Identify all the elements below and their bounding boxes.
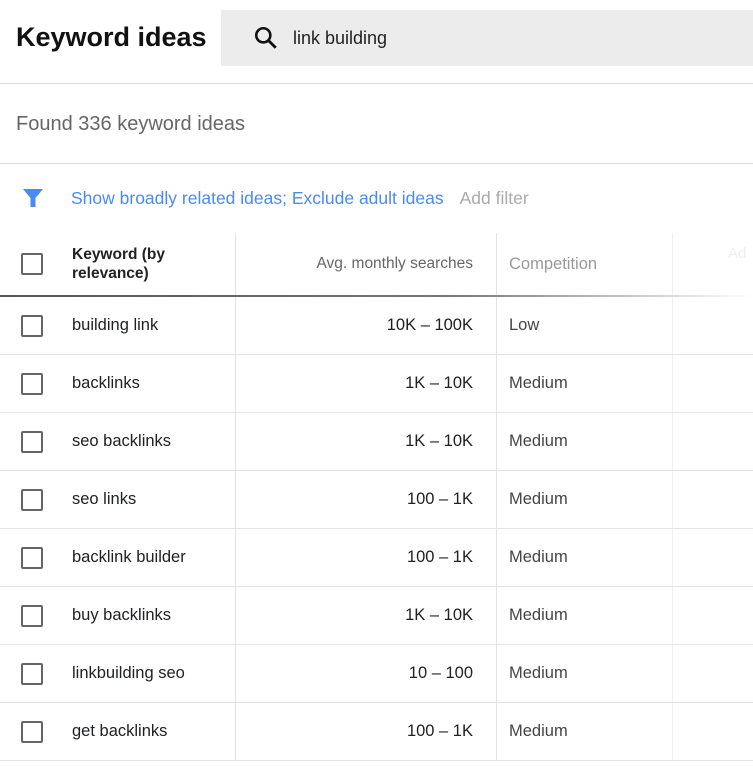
searches-cell: 10 – 100	[236, 645, 497, 702]
column-competition[interactable]: Competition	[497, 233, 673, 295]
ad-cell	[673, 703, 753, 760]
searches-cell: 1K – 10K	[236, 355, 497, 412]
searches-cell: 100 – 1K	[236, 529, 497, 586]
add-filter-button[interactable]: Add filter	[460, 188, 529, 209]
competition-cell: Medium	[497, 587, 673, 644]
table-row: backlink builder 100 – 1K Medium	[0, 529, 753, 587]
column-searches[interactable]: Avg. monthly searches	[236, 233, 497, 295]
keyword-table: Keyword (by relevance) Avg. monthly sear…	[0, 233, 753, 761]
table-row: get backlinks 100 – 1K Medium	[0, 703, 753, 761]
keyword-cell: seo links	[72, 471, 236, 528]
competition-cell: Low	[497, 297, 673, 354]
searches-cell: 100 – 1K	[236, 471, 497, 528]
searches-cell: 10K – 100K	[236, 297, 497, 354]
keyword-cell: buy backlinks	[72, 587, 236, 644]
table-row: seo backlinks 1K – 10K Medium	[0, 413, 753, 471]
competition-cell: Medium	[497, 645, 673, 702]
page-title: Keyword ideas	[16, 22, 207, 52]
divider	[0, 83, 753, 84]
divider	[0, 163, 753, 164]
filter-bar: Show broadly related ideas; Exclude adul…	[22, 187, 529, 209]
table-row: buy backlinks 1K – 10K Medium	[0, 587, 753, 645]
table-row: building link 10K – 100K Low	[0, 297, 753, 355]
competition-cell: Medium	[497, 703, 673, 760]
search-bar[interactable]	[221, 10, 753, 66]
row-checkbox[interactable]	[21, 314, 43, 337]
keyword-cell: backlinks	[72, 355, 236, 412]
searches-cell: 1K – 10K	[236, 587, 497, 644]
table-header: Keyword (by relevance) Avg. monthly sear…	[0, 233, 753, 297]
applied-filters-link[interactable]: Show broadly related ideas; Exclude adul…	[71, 188, 444, 209]
row-checkbox[interactable]	[21, 546, 43, 569]
keyword-cell: backlink builder	[72, 529, 236, 586]
column-keyword[interactable]: Keyword (by relevance)	[72, 233, 236, 295]
row-checkbox[interactable]	[21, 720, 43, 743]
competition-cell: Medium	[497, 471, 673, 528]
filter-icon[interactable]	[22, 187, 44, 209]
table-row: seo links 100 – 1K Medium	[0, 471, 753, 529]
ad-cell	[673, 529, 753, 586]
keyword-cell: linkbuilding seo	[72, 645, 236, 702]
row-checkbox[interactable]	[21, 604, 43, 627]
column-ad[interactable]: Ad	[673, 233, 753, 295]
row-checkbox[interactable]	[21, 430, 43, 453]
searches-cell: 100 – 1K	[236, 703, 497, 760]
competition-cell: Medium	[497, 529, 673, 586]
ad-cell	[673, 413, 753, 470]
search-input[interactable]	[293, 27, 693, 49]
table-row: backlinks 1K – 10K Medium	[0, 355, 753, 413]
competition-cell: Medium	[497, 413, 673, 470]
select-all-checkbox[interactable]	[21, 253, 43, 275]
ad-cell	[673, 587, 753, 644]
row-checkbox[interactable]	[21, 372, 43, 395]
keyword-cell: get backlinks	[72, 703, 236, 760]
row-checkbox[interactable]	[21, 488, 43, 511]
searches-cell: 1K – 10K	[236, 413, 497, 470]
competition-cell: Medium	[497, 355, 673, 412]
ad-cell	[673, 355, 753, 412]
row-checkbox[interactable]	[21, 662, 43, 685]
keyword-cell: building link	[72, 297, 236, 354]
ad-cell	[673, 471, 753, 528]
ad-cell	[673, 297, 753, 354]
ad-cell	[673, 645, 753, 702]
results-count: Found 336 keyword ideas	[16, 113, 246, 135]
search-icon	[254, 26, 277, 49]
keyword-cell: seo backlinks	[72, 413, 236, 470]
table-row: linkbuilding seo 10 – 100 Medium	[0, 645, 753, 703]
